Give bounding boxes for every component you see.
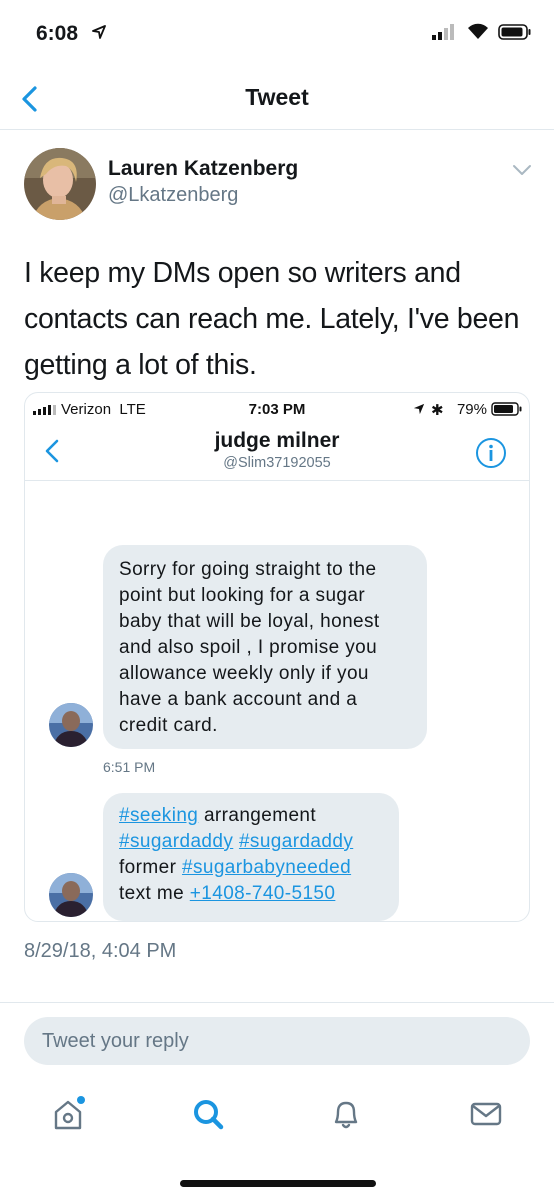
hashtag-link: #sugarbabyneeded: [181, 857, 352, 878]
messages-icon[interactable]: [466, 1094, 506, 1134]
battery-icon: [491, 402, 522, 416]
embedded-battery-percent: 79%: [456, 401, 487, 418]
hashtag-link: #sugardaddy: [238, 831, 354, 852]
author-avatar[interactable]: [24, 148, 96, 220]
status-bar: 6:08: [0, 0, 554, 66]
hashtag-link: #sugardaddy: [119, 831, 234, 852]
reply-box[interactable]: [24, 1017, 530, 1065]
phone-link: +1408-740-5150: [189, 883, 336, 904]
tab-bar: [0, 1080, 554, 1150]
location-arrow-icon: [413, 403, 425, 415]
embedded-time: 7:03 PM: [248, 401, 306, 418]
author-name[interactable]: Lauren Katzenberg: [108, 157, 298, 181]
dm-contact-name: judge milner: [214, 429, 340, 452]
nav-bar: Tweet: [0, 66, 554, 130]
reply-input[interactable]: [24, 1017, 530, 1065]
dm-contact-handle: @Slim37192055: [223, 455, 331, 471]
embedded-status-bar: Verizon LTE 7:03 PM ✱ 79%: [25, 393, 529, 425]
home-indicator[interactable]: [180, 1180, 376, 1187]
battery-icon: [498, 24, 531, 40]
hashtag-link: #seeking: [119, 805, 199, 826]
search-icon[interactable]: [188, 1094, 228, 1134]
dm-message-time: 6:51 PM: [103, 759, 156, 775]
page-title: Tweet: [245, 84, 309, 110]
bluetooth-icon: ✱: [431, 402, 444, 419]
notifications-icon[interactable]: [326, 1094, 366, 1134]
divider: [0, 1002, 554, 1003]
tweet-text: I keep my DMs open so writers and contac…: [24, 257, 520, 381]
dm-message-bubble: #seeking arrangement #sugardaddy #sugard…: [103, 793, 399, 921]
tweet-timestamp: 8/29/18, 4:04 PM: [24, 940, 177, 962]
wifi-icon: [468, 23, 488, 39]
cellular-signal-icon: [432, 24, 454, 40]
chevron-down-icon[interactable]: [512, 164, 532, 176]
sender-avatar: [49, 873, 93, 917]
location-arrow-icon: [92, 25, 106, 39]
status-time: 6:08: [36, 22, 79, 45]
dm-message-bubble: Sorry for going straight to the point bu…: [103, 545, 427, 749]
home-icon[interactable]: [48, 1094, 88, 1134]
tweet-media-image[interactable]: Verizon LTE 7:03 PM ✱ 79% judge milner @…: [24, 392, 530, 922]
sender-avatar: [49, 703, 93, 747]
author-handle[interactable]: @Lkatzenberg: [108, 184, 238, 207]
embedded-dm-header: judge milner @Slim37192055: [25, 425, 529, 481]
info-icon: [476, 438, 506, 468]
